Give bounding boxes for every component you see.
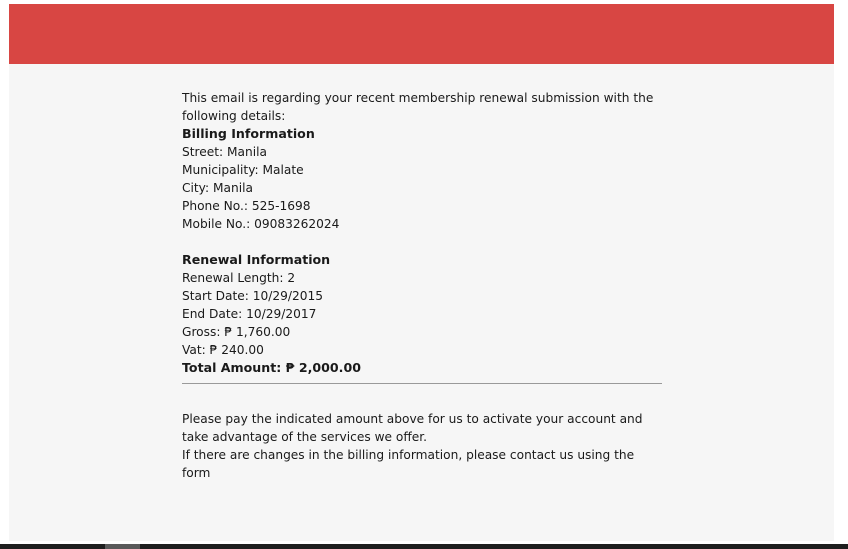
- renewal-details: Renewal Length: 2 Start Date: 10/29/2015…: [182, 269, 662, 377]
- renewal-total-amount: Total Amount: ₱ 2,000.00: [182, 360, 361, 375]
- email-header-banner: [9, 4, 834, 64]
- payment-notice: Please pay the indicated amount above fo…: [182, 412, 643, 444]
- renewal-length: Renewal Length: 2: [182, 271, 296, 285]
- renewal-gross: Gross: ₱ 1,760.00: [182, 325, 291, 339]
- section-divider: [182, 383, 662, 384]
- billing-mobile: Mobile No.: 09083262024: [182, 217, 340, 231]
- renewal-start-date: Start Date: 10/29/2015: [182, 289, 324, 303]
- renewal-end-date: End Date: 10/29/2017: [182, 307, 317, 321]
- billing-phone: Phone No.: 525-1698: [182, 199, 311, 213]
- horizontal-scrollbar[interactable]: [0, 544, 848, 549]
- email-body: This email is regarding your recent memb…: [182, 89, 662, 482]
- billing-details: Street: Manila Municipality: Malate City…: [182, 143, 662, 233]
- billing-street: Street: Manila: [182, 145, 267, 159]
- email-frame: This email is regarding your recent memb…: [9, 4, 834, 541]
- renewal-vat: Vat: ₱ 240.00: [182, 343, 264, 357]
- renewal-section-title: Renewal Information: [182, 252, 331, 267]
- billing-city: City: Manila: [182, 181, 253, 195]
- changes-notice: If there are changes in the billing info…: [182, 448, 635, 480]
- billing-section-title: Billing Information: [182, 126, 315, 141]
- intro-text: This email is regarding your recent memb…: [182, 91, 654, 123]
- scrollbar-thumb[interactable]: [105, 544, 140, 549]
- billing-municipality: Municipality: Malate: [182, 163, 304, 177]
